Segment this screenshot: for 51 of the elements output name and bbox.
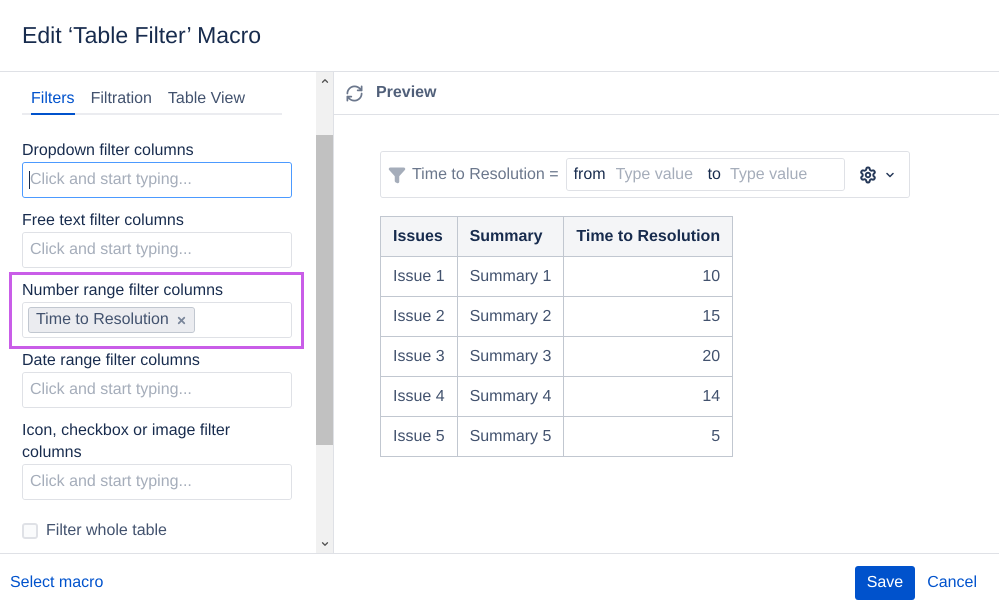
tag-chip[interactable]: Time to Resolution <box>28 307 195 333</box>
input-field[interactable]: Click and start typing... <box>22 162 292 198</box>
column-header: Summary <box>457 216 564 256</box>
table-cell: Summary 4 <box>457 376 564 416</box>
save-button[interactable]: Save <box>854 566 916 600</box>
settings-icon <box>858 166 877 184</box>
table-cell: Issue 3 <box>380 336 458 376</box>
column-header: Issues <box>380 216 458 256</box>
table-cell: Summary 5 <box>457 416 564 456</box>
table-cell: 15 <box>564 296 733 336</box>
checkbox-label: Filter whole table <box>46 521 167 541</box>
remove-icon[interactable] <box>176 314 187 326</box>
text-cursor-icon <box>29 171 30 189</box>
from-value-field[interactable]: Type value <box>616 162 708 186</box>
checkbox[interactable] <box>22 523 38 539</box>
cancel-link[interactable]: Cancel <box>927 571 977 595</box>
field-label: Date range filter columns <box>22 351 201 371</box>
refresh-icon[interactable] <box>345 84 364 102</box>
table-cell: Summary 1 <box>457 256 564 296</box>
input-field[interactable]: Time to Resolution <box>22 302 292 338</box>
scroll-up-icon[interactable] <box>320 76 330 86</box>
field-label: Icon, checkbox or image filter columns <box>22 421 232 463</box>
table-cell: Summary 2 <box>457 296 564 336</box>
select-macro-link[interactable]: Select macro <box>10 571 104 595</box>
table-cell: 14 <box>564 376 733 416</box>
field-label: Free text filter columns <box>22 211 185 231</box>
table-cell: 10 <box>564 256 733 296</box>
table-cell: Issue 4 <box>380 376 458 416</box>
preview-title: Preview <box>376 83 436 103</box>
scrollbar-track[interactable] <box>316 72 333 553</box>
field-label: Dropdown filter columns <box>22 141 195 161</box>
tab[interactable]: Filtration <box>90 87 152 115</box>
to-label: to <box>708 164 721 184</box>
tab[interactable]: Table View <box>168 87 246 115</box>
scrollbar-thumb[interactable] <box>316 135 333 445</box>
scroll-down-icon[interactable] <box>320 539 330 549</box>
from-label: from <box>574 164 606 184</box>
column-header: Time to Resolution <box>564 216 733 256</box>
funnel-icon <box>388 166 406 184</box>
table-cell: Issue 2 <box>380 296 458 336</box>
table-cell: 20 <box>564 336 733 376</box>
field-label: Number range filter columns <box>22 281 224 301</box>
filter-label: Time to Resolution = <box>412 164 559 184</box>
table-cell: 5 <box>564 416 733 456</box>
table-cell: Issue 5 <box>380 416 458 456</box>
to-value-field[interactable]: Type value <box>730 162 822 186</box>
dialog-title: Edit ‘Table Filter’ Macro <box>22 21 262 50</box>
tab[interactable]: Filters <box>31 87 75 115</box>
table-cell: Summary 3 <box>457 336 564 376</box>
table-cell: Issue 1 <box>380 256 458 296</box>
settings-menu-button[interactable] <box>858 166 896 184</box>
